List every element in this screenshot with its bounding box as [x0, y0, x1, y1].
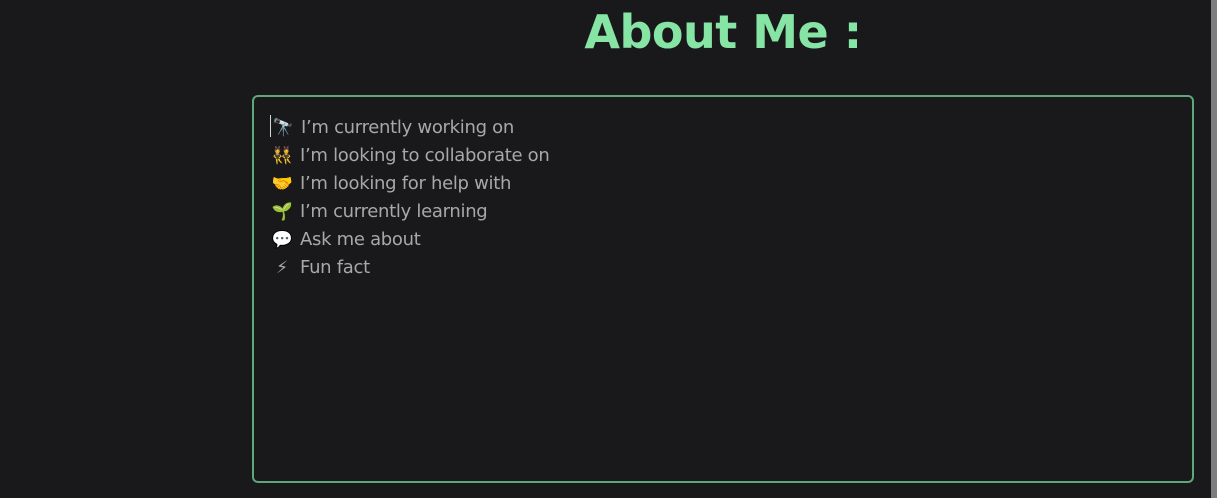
- page-title: About Me :: [584, 5, 862, 59]
- editor-line: ⚡ Fun fact: [270, 254, 1176, 282]
- editor-line-text: Ask me about: [300, 229, 421, 250]
- editor-line: 👯 I’m looking to collaborate on: [270, 142, 1176, 170]
- speech-bubble-icon: 💬: [271, 230, 293, 250]
- handshake-icon: 🤝: [271, 174, 293, 194]
- lightning-icon: ⚡: [276, 258, 288, 278]
- editor-line: 💬 Ask me about: [270, 226, 1176, 254]
- seedling-icon: 🌱: [271, 202, 293, 222]
- editor-line: 🌱 I’m currently learning: [270, 198, 1176, 226]
- people-icon: 👯: [271, 146, 293, 166]
- scrollbar-thumb[interactable]: [1211, 0, 1217, 498]
- page: About Me : 🔭 I’m currently working on 👯 I’…: [0, 0, 1217, 498]
- editor-line-text: I’m looking to collaborate on: [300, 145, 550, 166]
- editor-line: 🔭 I’m currently working on: [270, 114, 1176, 142]
- editor-line-text: Fun fact: [300, 257, 370, 278]
- editor-line: 🤝 I’m looking for help with: [270, 170, 1176, 198]
- editor-line-text: I’m looking for help with: [300, 173, 512, 194]
- editor-line-text: I’m currently learning: [300, 201, 488, 222]
- about-me-textarea[interactable]: 🔭 I’m currently working on 👯 I’m looking t…: [252, 95, 1194, 483]
- editor-line-text: I’m currently working on: [301, 117, 514, 138]
- telescope-icon: 🔭: [272, 118, 294, 138]
- page-scrollbar[interactable]: [1211, 0, 1217, 498]
